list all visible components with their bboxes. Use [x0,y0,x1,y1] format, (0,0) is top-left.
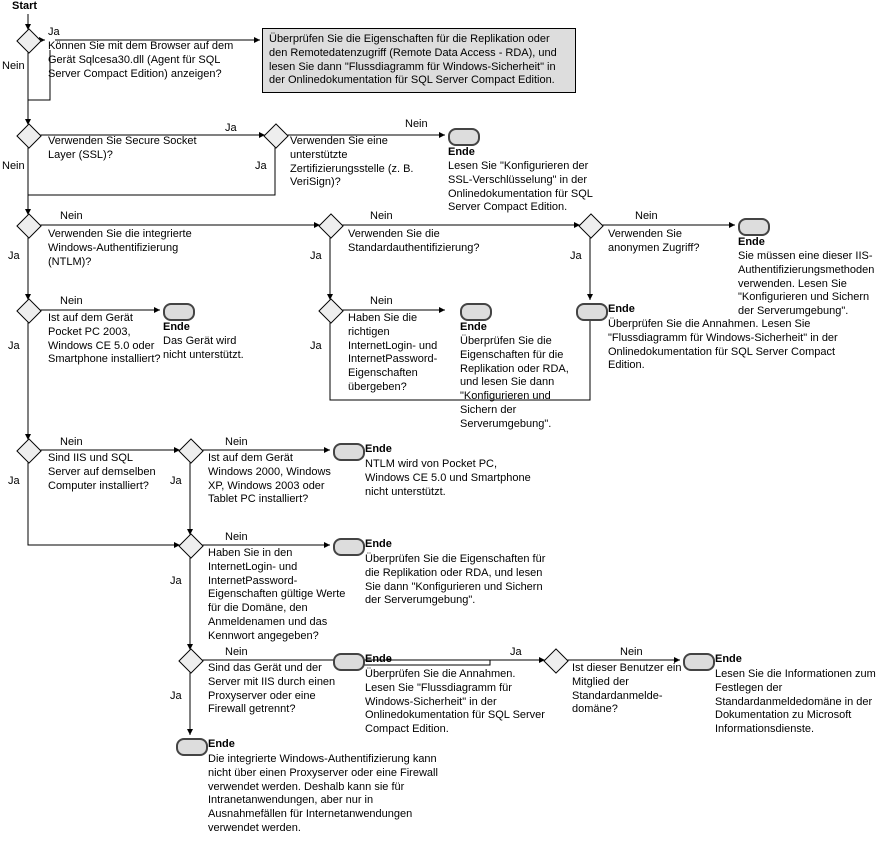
edge-ja: Ja [8,340,20,354]
edge-ja: Ja [255,160,267,174]
edge-nein: Nein [225,646,248,660]
edge-ja: Ja [8,475,20,489]
decision-q6-text: Verwenden Sie anonymen Zugriff? [608,228,708,256]
terminator-e4-text: Überprüfen Sie die Eigenschaften für die… [460,335,590,431]
edge-ja: Ja [570,250,582,264]
decision-q9-text: Sind IIS und SQL Server auf demselben Co… [48,452,158,493]
terminator-e10-text: Die integrierte Windows-Authentifizierun… [208,753,438,836]
edge-ja: Ja [310,250,322,264]
flowchart-canvas: Start Ja Nein Können Sie mit dem Browser… [0,0,895,850]
decision-q3-text: Verwenden Sie eine unterstützte Zertifiz… [290,135,420,190]
edge-nein: Nein [60,295,83,309]
terminator-e1 [448,128,480,146]
terminator-e2 [738,218,770,236]
edge-ja: Ja [170,475,182,489]
terminator-e7-text: Überprüfen Sie die Eigenschaften für die… [365,553,555,608]
terminator-e1-text: Lesen Sie "Konfigurieren der SSL-Verschl… [448,160,613,215]
decision-q13-text: Ist dieser Benutzer ein Mitglied der Sta… [572,662,682,717]
terminator-e2-text: Sie müssen eine dieser IIS-Authentifizie… [738,250,888,319]
edge-nein: Nein [405,118,428,132]
decision-q2-text: Verwenden Sie Secure Socket Layer (SSL)? [48,135,198,163]
decision-q10-text: Ist auf dem Gerät Windows 2000, Windows … [208,452,338,507]
terminator-e5 [576,303,608,321]
decision-q11-text: Haben Sie in den InternetLogin- und Inte… [208,547,358,643]
edge-nein: Nein [620,646,643,660]
edge-nein: Nein [370,295,393,309]
edge-ja: Ja [310,340,322,354]
edge-ja: Ja [225,122,237,136]
terminator-e10 [176,738,208,756]
ende-label: Ende [208,738,235,752]
edge-ja: Ja [170,575,182,589]
edge-nein: Nein [60,436,83,450]
terminator-e4 [460,303,492,321]
edge-nein: Nein [225,436,248,450]
edge-ja: Ja [170,690,182,704]
ende-label: Ende [163,321,190,335]
edge-ja: Ja [48,26,60,40]
ende-label: Ende [365,443,392,457]
decision-q12-text: Sind das Gerät und der Server mit IIS du… [208,662,348,717]
process-box1: Überprüfen Sie die Eigenschaften für die… [262,28,576,93]
terminator-e7 [333,538,365,556]
edge-nein: Nein [2,160,25,174]
edge-nein: Nein [60,210,83,224]
ende-label: Ende [715,653,742,667]
ende-label: Ende [608,303,635,317]
decision-q1: Können Sie mit dem Browser auf dem Gerät… [48,40,238,81]
ende-label: Ende [448,146,475,160]
terminator-e8-text: Überprüfen Sie die Annahmen. Lesen Sie "… [365,668,545,737]
edge-ja: Ja [510,646,522,660]
decision-q5-text: Verwenden Sie die Standardauthentifizier… [348,228,498,256]
decision-q8-text: Haben Sie die richtigen InternetLogin- u… [348,312,458,395]
terminator-e3 [163,303,195,321]
edge-nein: Nein [370,210,393,224]
start-label: Start [12,0,37,14]
terminator-e5-text: Überprüfen Sie die Annahmen. Lesen Sie "… [608,318,838,373]
edge-nein: Nein [635,210,658,224]
edge-ja: Ja [8,250,20,264]
terminator-e8 [333,653,365,671]
decision-q4-text: Verwenden Sie die integrierte Windows-Au… [48,228,213,269]
decision-q7-text: Ist auf dem Gerät Pocket PC 2003, Window… [48,312,168,367]
ende-label: Ende [365,538,392,552]
ende-label: Ende [365,653,392,667]
terminator-e6-text: NTLM wird von Pocket PC, Windows CE 5.0 … [365,458,535,499]
terminator-e6 [333,443,365,461]
terminator-e9 [683,653,715,671]
edge-nein: Nein [2,60,25,74]
edge-nein: Nein [225,531,248,545]
ende-label: Ende [460,321,487,335]
terminator-e3-text: Das Gerät wird nicht unterstützt. [163,335,253,363]
ende-label: Ende [738,236,765,250]
terminator-e9-text: Lesen Sie die Informationen zum Festlege… [715,668,890,737]
